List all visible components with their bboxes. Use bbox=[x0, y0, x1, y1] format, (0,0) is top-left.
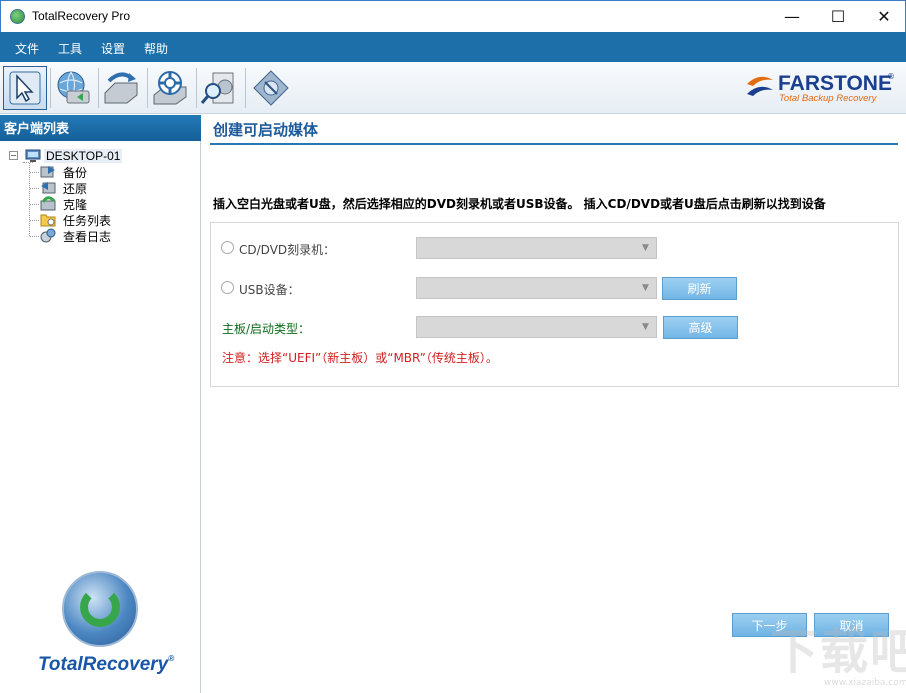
board-type-select[interactable]: ▼ bbox=[416, 316, 657, 338]
tree-item-restore[interactable]: 还原 bbox=[30, 180, 190, 196]
tools-diamond-icon[interactable] bbox=[249, 66, 293, 110]
tree-item-clone[interactable]: 克隆 bbox=[30, 196, 190, 212]
maximize-button[interactable]: ☐ bbox=[815, 1, 861, 32]
watermark-url: www.xiazaiba.com bbox=[824, 678, 906, 688]
chevron-down-icon: ▼ bbox=[642, 323, 652, 331]
window-titlebar: TotalRecovery Pro — ☐ ✕ bbox=[0, 0, 906, 32]
advanced-button[interactable]: 高级 bbox=[663, 316, 738, 339]
tree-item-backup[interactable]: 备份 bbox=[30, 164, 190, 180]
computer-icon bbox=[25, 149, 41, 163]
tree-collapse-toggle[interactable]: − bbox=[9, 151, 18, 160]
folder-task-icon bbox=[40, 212, 56, 227]
chevron-down-icon: ▼ bbox=[642, 284, 652, 292]
usb-label: USB设备： bbox=[239, 281, 300, 298]
tree-item-view-log[interactable]: 查看日志 bbox=[30, 228, 190, 244]
usb-radio[interactable] bbox=[221, 281, 234, 294]
menu-settings[interactable]: 设置 bbox=[101, 40, 125, 57]
brand-name: TotalRecovery® bbox=[38, 654, 174, 676]
menu-help[interactable]: 帮助 bbox=[144, 40, 168, 57]
globe-backup-icon[interactable] bbox=[51, 66, 95, 110]
lifebuoy-disk-icon[interactable] bbox=[148, 66, 192, 110]
tree-item-label: 备份 bbox=[63, 164, 87, 181]
tree-item-task-list[interactable]: 任务列表 bbox=[30, 212, 190, 228]
chevron-down-icon: ▼ bbox=[642, 244, 652, 252]
clone-icon bbox=[40, 196, 56, 211]
logo-tagline: Total Backup Recovery bbox=[779, 93, 876, 104]
uefi-mbr-notice: 注意：选择“UEFI”（新主板）或“MBR”（传统主板）。 bbox=[222, 349, 498, 366]
farstone-swoosh-icon bbox=[745, 74, 775, 102]
minimize-button[interactable]: — bbox=[769, 1, 815, 32]
tree-item-label: 查看日志 bbox=[63, 228, 111, 245]
log-icon bbox=[40, 228, 56, 243]
window-title: TotalRecovery Pro bbox=[32, 9, 130, 23]
restore-icon bbox=[40, 180, 56, 195]
tree-item-label: 任务列表 bbox=[63, 212, 111, 229]
watermark-text: 下载吧 bbox=[770, 612, 906, 682]
board-type-label: 主板/启动类型： bbox=[222, 320, 310, 337]
cd-dvd-select[interactable]: ▼ bbox=[416, 237, 657, 259]
close-button[interactable]: ✕ bbox=[861, 1, 906, 32]
drive-restore-icon[interactable] bbox=[99, 66, 143, 110]
client-tree-panel: − DESKTOP-01 备份 还原 克隆 任务列表 查看日志 TotalRec… bbox=[0, 141, 201, 693]
farstone-logo: FARSTONE ® Total Backup Recovery bbox=[745, 72, 895, 106]
tree-item-label: 还原 bbox=[63, 180, 87, 197]
menu-tools[interactable]: 工具 bbox=[58, 40, 82, 57]
menu-file[interactable]: 文件 bbox=[15, 40, 39, 57]
instruction-text: 插入空白光盘或者U盘，然后选择相应的DVD刻录机或者USB设备。 插入CD/DV… bbox=[213, 195, 826, 212]
menu-bar: 文件 工具 设置 帮助 bbox=[0, 32, 906, 62]
backup-icon bbox=[40, 164, 56, 179]
logo-registered: ® bbox=[887, 72, 895, 81]
client-list-header: 客户端列表 bbox=[0, 115, 201, 141]
refresh-button[interactable]: 刷新 bbox=[662, 277, 737, 300]
device-form: CD/DVD刻录机： ▼ USB设备： ▼ 刷新 主板/启动类型： ▼ 高级 注… bbox=[210, 222, 899, 387]
title-divider bbox=[210, 143, 898, 145]
site-watermark: 下载吧 www.xiazaiba.com bbox=[770, 612, 902, 690]
tree-root-label[interactable]: DESKTOP-01 bbox=[44, 149, 122, 163]
select-arrow-icon[interactable] bbox=[3, 66, 47, 110]
main-content: 创建可启动媒体 插入空白光盘或者U盘，然后选择相应的DVD刻录机或者USB设备。… bbox=[202, 115, 906, 693]
app-icon bbox=[10, 9, 25, 24]
tree-item-label: 克隆 bbox=[63, 196, 87, 213]
page-title: 创建可启动媒体 bbox=[213, 119, 318, 140]
refresh-arrow-icon bbox=[80, 587, 120, 627]
search-disk-icon[interactable] bbox=[197, 66, 241, 110]
totalrecovery-brand: TotalRecovery® bbox=[38, 571, 178, 691]
cd-dvd-label: CD/DVD刻录机： bbox=[239, 241, 335, 258]
cd-dvd-radio[interactable] bbox=[221, 241, 234, 254]
usb-select[interactable]: ▼ bbox=[416, 277, 657, 299]
